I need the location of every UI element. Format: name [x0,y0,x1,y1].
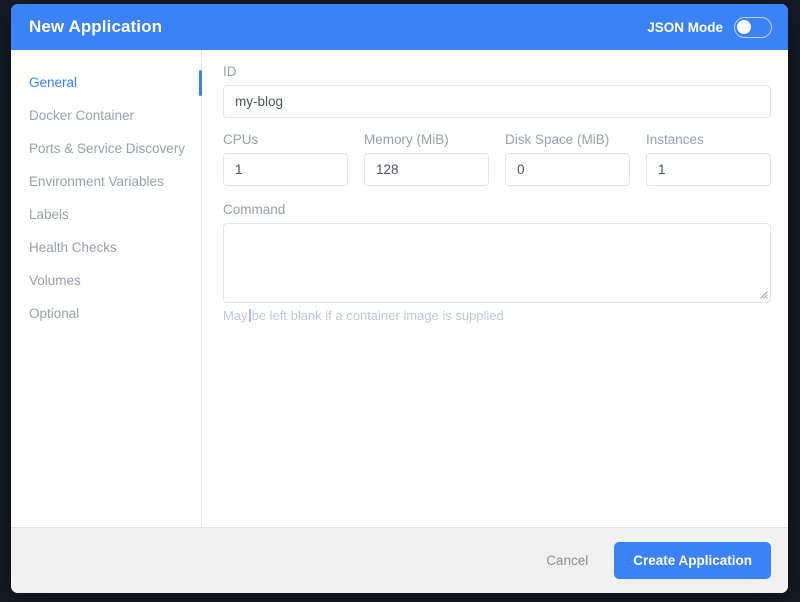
memory-input[interactable] [364,153,489,186]
resources-row: CPUs Memory (MiB) Disk Space (MiB) Insta… [223,132,771,186]
dialog-sidebar: General Docker Container Ports & Service… [11,50,202,527]
sidebar-item-label: Environment Variables [29,174,164,189]
disk-space-input[interactable] [505,153,630,186]
memory-label: Memory (MiB) [364,132,489,147]
field-disk-space: Disk Space (MiB) [505,132,630,186]
command-label: Command [223,202,771,217]
sidebar-item-optional[interactable]: Optional [11,297,201,330]
command-textarea-wrapper [223,223,771,303]
sidebar-item-label: Volumes [29,273,81,288]
command-helper-before: May [223,308,248,323]
json-mode-label: JSON Mode [647,20,723,35]
sidebar-item-ports-service-discovery[interactable]: Ports & Service Discovery [11,132,201,165]
sidebar-item-label: Labels [29,207,69,222]
field-memory: Memory (MiB) [364,132,489,186]
cancel-button[interactable]: Cancel [536,545,598,576]
command-helper-text: May be left blank if a container image is… [223,308,504,323]
dialog-header: New Application JSON Mode [11,4,788,50]
sidebar-item-label: Optional [29,306,79,321]
command-helper-after: be left blank if a container image is su… [252,308,504,323]
dialog-footer: Cancel Create Application [11,527,788,593]
sidebar-item-environment-variables[interactable]: Environment Variables [11,165,201,198]
instances-input[interactable] [646,153,771,186]
sidebar-item-health-checks[interactable]: Health Checks [11,231,201,264]
sidebar-item-labels[interactable]: Labels [11,198,201,231]
sidebar-item-volumes[interactable]: Volumes [11,264,201,297]
sidebar-item-label: Docker Container [29,108,134,123]
sidebar-item-docker-container[interactable]: Docker Container [11,99,201,132]
disk-space-label: Disk Space (MiB) [505,132,630,147]
instances-label: Instances [646,132,771,147]
command-textarea[interactable] [223,223,771,303]
sidebar-item-label: Health Checks [29,240,117,255]
sidebar-item-label: General [29,75,77,90]
text-cursor-artifact [249,309,251,322]
field-command: Command May be left blank if a container … [223,202,771,325]
sidebar-item-label: Ports & Service Discovery [29,141,185,156]
sidebar-item-general[interactable]: General [11,66,201,99]
cpus-label: CPUs [223,132,348,147]
dialog-title: New Application [29,17,162,37]
dialog-body: General Docker Container Ports & Service… [11,50,788,527]
general-form-panel: ID CPUs Memory (MiB) Disk Space (MiB) In [202,50,788,527]
field-instances: Instances [646,132,771,186]
create-application-button[interactable]: Create Application [614,542,771,579]
field-id: ID [223,64,771,118]
json-mode-toggle[interactable] [734,17,772,38]
field-cpus: CPUs [223,132,348,186]
new-application-dialog: New Application JSON Mode General Docker… [11,4,788,593]
id-label: ID [223,64,771,79]
cpus-input[interactable] [223,153,348,186]
json-mode-control[interactable]: JSON Mode [647,17,772,38]
toggle-knob [737,20,751,34]
id-input[interactable] [223,85,771,118]
